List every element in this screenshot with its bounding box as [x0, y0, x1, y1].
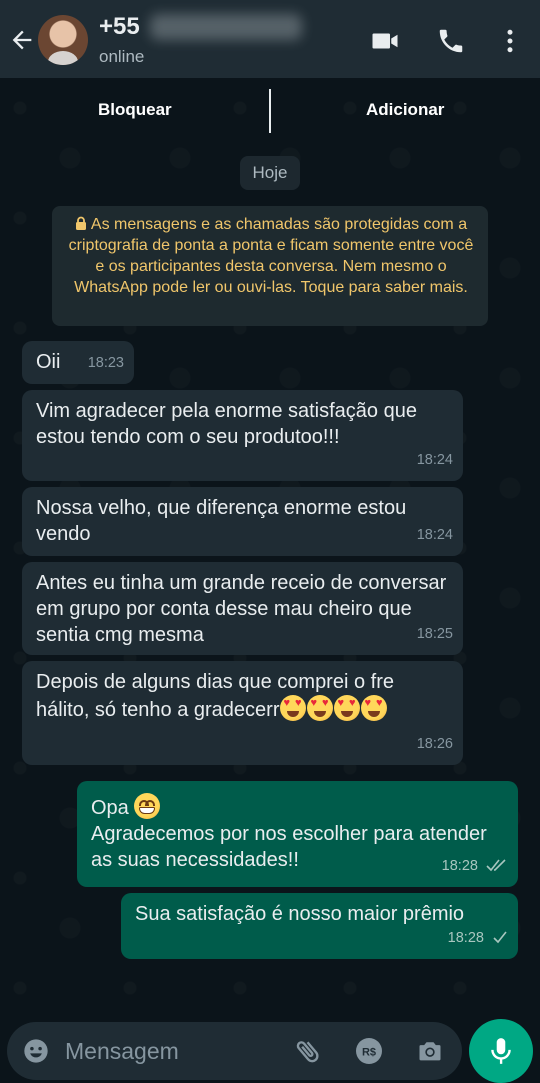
chat-header: +55 online [0, 0, 540, 78]
more-options-icon[interactable] [495, 26, 525, 56]
encryption-notice[interactable]: As mensagens e as chamadas são protegida… [52, 206, 488, 326]
camera-icon[interactable] [416, 1037, 444, 1065]
message-greeting: Opa [91, 797, 129, 819]
contact-status: online [99, 47, 145, 66]
message-text: Oii [36, 351, 61, 373]
payment-icon[interactable]: R$ [355, 1037, 383, 1065]
contact-name[interactable]: +55 [99, 13, 140, 41]
message-time: 18:24 [416, 452, 453, 468]
add-contact-button[interactable]: Adicionar [366, 100, 444, 120]
message-time-with-status: 18:28 [442, 853, 508, 879]
heart-eyes-emoji-icon [279, 695, 306, 721]
message-input[interactable] [65, 1032, 275, 1070]
contact-avatar[interactable] [38, 15, 88, 65]
message-bubble-incoming[interactable]: Oii 18:23 [22, 341, 134, 384]
message-time: 18:24 [416, 527, 453, 543]
voice-message-button[interactable] [469, 1019, 533, 1083]
unknown-contact-actions: Bloquear Adicionar [0, 80, 540, 142]
back-arrow-icon[interactable] [8, 26, 36, 54]
message-bubble-outgoing[interactable]: Sua satisfação é nosso maior prêmio 18:2… [121, 893, 518, 959]
message-bubble-incoming[interactable]: Depois de alguns dias que comprei o fre … [22, 661, 463, 765]
message-time-with-status: 18:28 [448, 925, 508, 951]
message-text: Vim agradecer pela enorme satisfação que… [36, 400, 417, 448]
message-time: 18:28 [447, 930, 484, 946]
svg-text:R$: R$ [362, 1047, 376, 1059]
message-text: Sua satisfação é nosso maior prêmio [135, 903, 465, 925]
phone-call-icon[interactable] [436, 26, 466, 56]
message-time: 18:28 [441, 858, 478, 874]
attach-paperclip-icon[interactable] [294, 1037, 322, 1065]
message-text: Nossa velho, que diferença enorme estou … [36, 497, 407, 545]
video-call-icon[interactable] [370, 26, 400, 56]
encryption-notice-text: As mensagens e as chamadas são protegida… [68, 216, 474, 296]
redacted-phone-number [150, 14, 302, 40]
microphone-icon [491, 1038, 511, 1064]
message-bubble-outgoing[interactable]: Opa Agradecemos por nos escolher para at… [77, 781, 518, 887]
actions-divider [269, 89, 271, 133]
heart-eyes-emoji-icon [360, 695, 387, 721]
emoji-icon[interactable] [22, 1037, 50, 1065]
double-check-icon [486, 859, 506, 872]
message-time: 18:23 [87, 355, 124, 371]
heart-eyes-emoji-icon [306, 695, 333, 721]
single-check-icon [493, 931, 507, 944]
message-text: Antes eu tinha um grande receio de conve… [36, 572, 447, 646]
message-bubble-incoming[interactable]: Antes eu tinha um grande receio de conve… [22, 562, 463, 655]
message-time: 18:26 [416, 736, 453, 752]
message-bubble-incoming[interactable]: Vim agradecer pela enorme satisfação que… [22, 390, 463, 481]
message-bubble-incoming[interactable]: Nossa velho, que diferença enorme estou … [22, 487, 463, 556]
message-composer: .inputbar input::placeholder { color:#86… [7, 1022, 462, 1080]
lock-icon [75, 216, 86, 230]
block-button[interactable]: Bloquear [98, 100, 172, 120]
heart-eyes-emoji-icon [333, 695, 360, 721]
date-separator: Hoje [240, 156, 300, 190]
message-time: 18:25 [416, 626, 453, 642]
grinning-face-emoji-icon [134, 793, 161, 819]
